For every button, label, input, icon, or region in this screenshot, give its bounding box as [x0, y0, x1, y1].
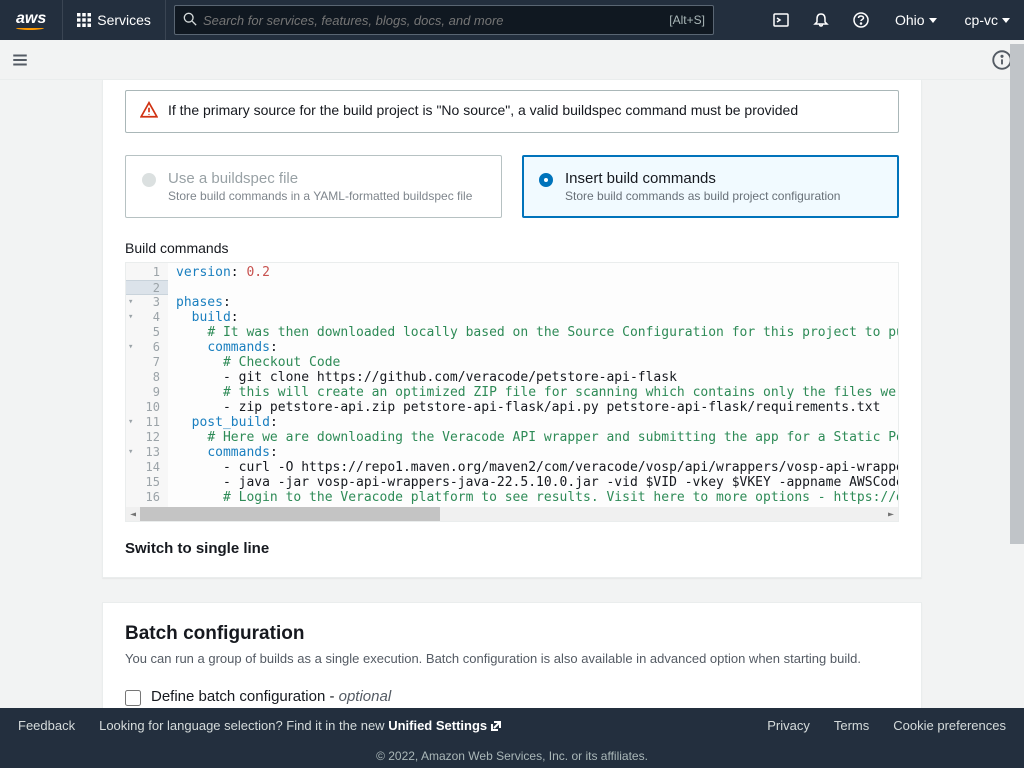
radio-icon: [539, 173, 553, 187]
copyright: © 2022, Amazon Web Services, Inc. or its…: [0, 743, 1024, 768]
services-label: Services: [97, 12, 151, 28]
editor-hscroll[interactable]: ◄ ►: [126, 507, 898, 521]
console-footer: Feedback Looking for language selection?…: [0, 708, 1024, 768]
page-scroll[interactable]: If the primary source for the build proj…: [0, 40, 1024, 708]
define-batch-label: Define batch configuration - optional: [151, 688, 605, 705]
batch-config-panel: Batch configuration You can run a group …: [102, 602, 922, 708]
privacy-link[interactable]: Privacy: [767, 718, 810, 733]
top-nav: aws Services [Alt+S] Ohio cp-vc: [0, 0, 1024, 40]
caret-down-icon: [929, 18, 937, 23]
notifications-icon[interactable]: [801, 0, 841, 40]
feedback-link[interactable]: Feedback: [18, 718, 75, 733]
option-title: Insert build commands: [565, 170, 840, 187]
external-link-icon: [490, 720, 502, 732]
scroll-thumb[interactable]: [140, 507, 440, 521]
caret-down-icon: [1002, 18, 1010, 23]
cookie-preferences-link[interactable]: Cookie preferences: [893, 718, 1006, 733]
sub-header: [0, 40, 1024, 80]
region-selector[interactable]: Ohio: [881, 0, 951, 40]
scroll-left-icon[interactable]: ◄: [126, 507, 140, 521]
build-commands-editor[interactable]: 123▾4▾56▾7891011▾1213▾141516 version: 0.…: [125, 262, 899, 522]
warning-icon: [140, 101, 158, 122]
warning-text: If the primary source for the build proj…: [168, 101, 798, 121]
switch-to-single-line[interactable]: Switch to single line: [125, 540, 269, 557]
define-batch-checkbox[interactable]: [125, 690, 141, 706]
editor-gutter: 123▾4▾56▾7891011▾1213▾141516: [126, 263, 168, 507]
account-menu[interactable]: cp-vc: [951, 0, 1024, 40]
option-subtitle: Store build commands in a YAML-formatted…: [168, 189, 472, 203]
info-panel-toggle[interactable]: [992, 50, 1012, 73]
warning-alert: If the primary source for the build proj…: [125, 90, 899, 133]
batch-desc: You can run a group of builds as a singl…: [125, 651, 899, 666]
lang-prompt: Looking for language selection? Find it …: [99, 718, 502, 733]
cloudshell-icon[interactable]: [761, 0, 801, 40]
option-title: Use a buildspec file: [168, 170, 472, 187]
batch-title: Batch configuration: [125, 623, 899, 645]
services-menu[interactable]: Services: [62, 0, 166, 40]
help-icon[interactable]: [841, 0, 881, 40]
global-search[interactable]: [Alt+S]: [174, 5, 714, 35]
editor-code[interactable]: version: 0.2phases: build: # It was then…: [168, 263, 898, 507]
aws-logo[interactable]: aws: [0, 10, 62, 30]
unified-settings-link[interactable]: Unified Settings: [388, 718, 502, 733]
side-nav-toggle[interactable]: [0, 40, 40, 80]
option-subtitle: Store build commands as build project co…: [565, 189, 840, 203]
buildspec-panel: If the primary source for the build proj…: [102, 80, 922, 578]
search-input[interactable]: [197, 13, 669, 28]
page-scrollbar-thumb[interactable]: [1010, 44, 1024, 544]
option-insert-build-commands[interactable]: Insert build commands Store build comman…: [522, 155, 899, 218]
option-use-buildspec-file[interactable]: Use a buildspec file Store build command…: [125, 155, 502, 218]
radio-icon: [142, 173, 156, 187]
search-icon: [183, 12, 197, 29]
build-commands-label: Build commands: [125, 240, 899, 256]
scroll-right-icon[interactable]: ►: [884, 507, 898, 521]
search-shortcut: [Alt+S]: [669, 13, 705, 27]
terms-link[interactable]: Terms: [834, 718, 869, 733]
grid-icon: [77, 13, 91, 27]
